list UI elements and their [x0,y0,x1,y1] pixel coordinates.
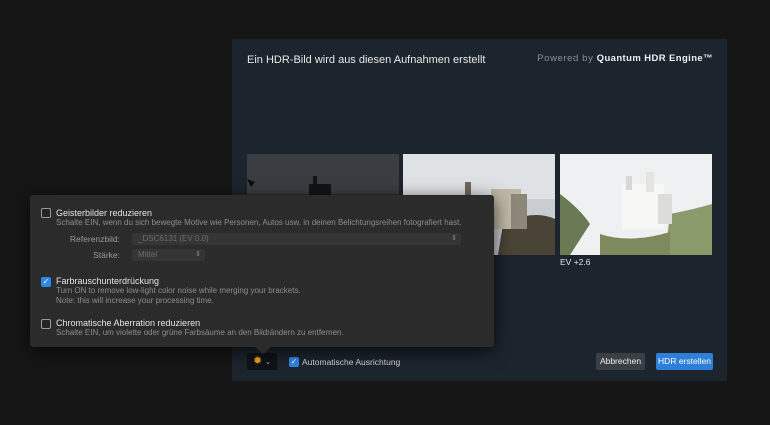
ghost-reduction-desc: Schalte EIN, wenn du sich bewegte Motive… [56,218,462,227]
reference-value: _DSC6131 (EV 0.0) [138,234,209,243]
strength-label: Stärke: [93,250,120,260]
strength-select[interactable]: Mittel ⇕ [132,249,205,261]
powered-prefix: Powered by [537,53,594,64]
ghost-reduction-checkbox[interactable] [41,208,51,218]
dialog-title: Ein HDR-Bild wird aus diesen Aufnahmen e… [247,54,486,66]
chevron-down-icon: ⌄ [265,358,272,366]
powered-by: Powered by Quantum HDR Engine™ [537,53,713,64]
powered-brand: Quantum HDR Engine™ [596,53,713,64]
cancel-button[interactable]: Abbrechen [596,353,645,370]
gear-icon: ✹ [252,355,263,367]
noise-reduction-desc: Turn ON to remove low-light color noise … [56,286,301,295]
aberration-desc: Schalte EIN, um violette oder grüne Farb… [56,328,344,337]
settings-popover: Geisterbilder reduzieren Schalte EIN, we… [30,195,494,354]
noise-reduction-title: Farbrauschunterdrückung [56,276,160,286]
select-arrows-icon: ⇕ [195,251,201,258]
noise-reduction-note: Note: this will increase your processing… [56,296,214,305]
aberration-checkbox[interactable] [41,319,51,329]
auto-align-label: Automatische Ausrichtung [302,357,401,367]
reference-select[interactable]: _DSC6131 (EV 0.0) ⇕ [132,233,461,245]
select-arrows-icon: ⇕ [451,235,457,242]
thumbnail-bright-exposure[interactable] [560,154,712,255]
settings-button[interactable]: ✹ ⌄ [247,353,277,370]
auto-align-checkbox[interactable]: ✓ [289,357,299,367]
ev-label-bright: EV +2.6 [560,257,591,267]
aberration-title: Chromatische Aberration reduzieren [56,318,201,328]
strength-value: Mittel [138,250,158,259]
create-hdr-button[interactable]: HDR erstellen [656,353,713,370]
reference-label: Referenzbild: [69,234,120,244]
noise-reduction-checkbox[interactable]: ✓ [41,277,51,287]
ghost-reduction-title: Geisterbilder reduzieren [56,208,153,218]
